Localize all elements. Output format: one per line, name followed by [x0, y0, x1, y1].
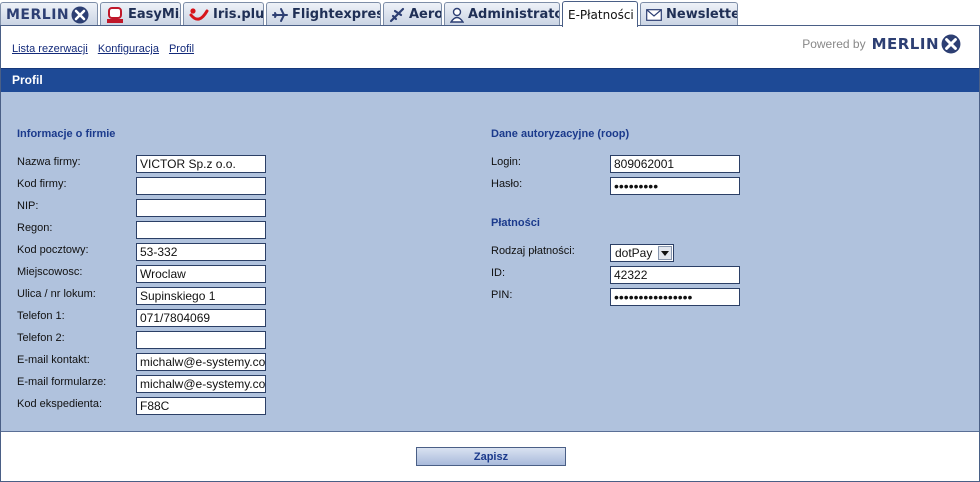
contact-email-field[interactable]: michalw@e-systemy.com [136, 353, 266, 371]
city-label: Miejscowosc: [17, 266, 83, 278]
company-info-heading: Informacje o firmie [17, 128, 116, 140]
payments-heading: Płatności [491, 217, 540, 229]
main-frame: Lista rezerwacji Konfiguracja Profil Pow… [0, 26, 980, 482]
contact-email-label: E-mail kontakt: [17, 354, 90, 366]
id-field[interactable]: 42322 [610, 266, 740, 284]
profile-form: Informacje o firmie Nazwa firmy: VICTOR … [1, 92, 979, 432]
phone1-field[interactable]: 071/7804069 [136, 309, 266, 327]
forms-email-label: E-mail formularze: [17, 376, 107, 388]
form-footer: Zapisz [1, 432, 979, 481]
city-field[interactable]: Wroclaw [136, 265, 266, 283]
plane-icon [272, 7, 288, 23]
merlin-logo: MERLIN [872, 34, 961, 54]
plane-icon [389, 7, 405, 23]
nip-label: NIP: [17, 200, 39, 212]
powered-by: Powered by MERLIN [802, 34, 961, 54]
sub-navigation: Lista rezerwacji Konfiguracja Profil [12, 43, 194, 55]
phone1-label: Telefon 1: [17, 310, 65, 322]
street-field[interactable]: Supinskiego 1 [136, 287, 266, 305]
agent-code-field[interactable]: F88C [136, 397, 266, 415]
merlin-logo: MERLIN [6, 6, 89, 24]
regon-label: Regon: [17, 222, 53, 234]
auth-heading: Dane autoryzacyjne (roop) [491, 128, 630, 140]
tab-administrator[interactable]: Administrator [444, 2, 560, 26]
pin-label: PIN: [491, 289, 513, 301]
user-icon [450, 7, 464, 23]
tab-divider [0, 25, 980, 26]
company-name-label: Nazwa firmy: [17, 156, 81, 168]
merlin-x-icon [71, 6, 89, 23]
nip-field[interactable] [136, 199, 266, 217]
tab-irisplus[interactable]: Iris.plus [183, 2, 264, 26]
regon-field[interactable] [136, 221, 266, 239]
link-konfiguracja[interactable]: Konfiguracja [98, 43, 159, 55]
agent-code-label: Kod ekspedienta: [17, 398, 103, 410]
tui-smile-icon [189, 7, 209, 23]
company-code-field[interactable] [136, 177, 266, 195]
company-code-label: Kod firmy: [17, 178, 67, 190]
password-field[interactable]: ••••••••• [610, 177, 740, 195]
tab-flightexpress[interactable]: Flightexpress [266, 2, 381, 26]
forms-email-field[interactable]: michalw@e-systemy.com [136, 375, 266, 393]
postal-code-field[interactable]: 53-332 [136, 243, 266, 261]
payment-type-label: Rodzaj płatności: [491, 245, 575, 257]
merlin-x-icon [941, 34, 961, 54]
tab-e-platnosci[interactable]: E-Płatności [562, 1, 638, 27]
company-name-field[interactable]: VICTOR Sp.z o.o. [136, 155, 266, 173]
payment-type-select[interactable]: dotPay [610, 244, 674, 262]
chevron-down-icon[interactable] [658, 246, 672, 260]
tab-newsletter[interactable]: Newsletter [640, 2, 738, 26]
phone2-field[interactable] [136, 331, 266, 349]
pin-field[interactable]: •••••••••••••••• [610, 288, 740, 306]
section-title: Profil [1, 68, 979, 92]
login-field[interactable]: 809062001 [610, 155, 740, 173]
top-tab-bar: MERLIN EasyMix Iris.plus [0, 0, 980, 27]
link-profil[interactable]: Profil [169, 43, 194, 55]
envelope-icon [646, 8, 662, 21]
tab-aero[interactable]: Aero [383, 2, 442, 26]
postal-code-label: Kod pocztowy: [17, 244, 89, 256]
id-label: ID: [491, 267, 506, 279]
easymix-logo-icon [106, 6, 124, 24]
login-label: Login: [491, 156, 521, 168]
phone2-label: Telefon 2: [17, 332, 65, 344]
tab-merlin[interactable]: MERLIN [0, 2, 98, 26]
tab-easymix[interactable]: EasyMix [100, 2, 181, 26]
password-label: Hasło: [491, 178, 523, 190]
link-lista-rezerwacji[interactable]: Lista rezerwacji [12, 43, 88, 55]
save-button[interactable]: Zapisz [416, 447, 566, 466]
street-label: Ulica / nr lokum: [17, 288, 96, 300]
